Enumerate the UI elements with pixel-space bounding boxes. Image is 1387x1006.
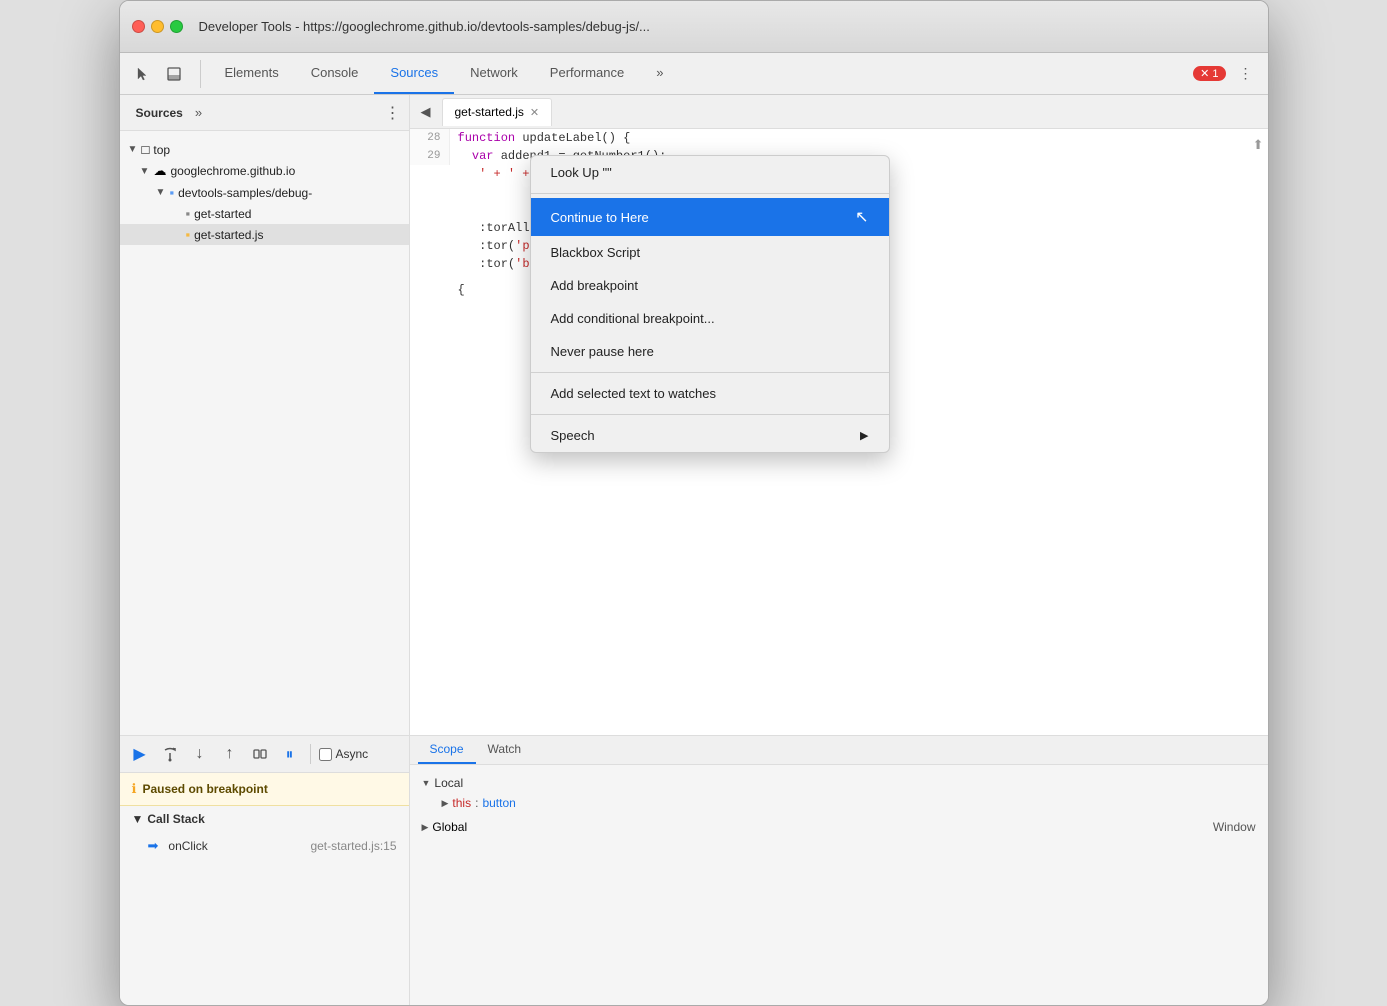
paused-notice: ℹ Paused on breakpoint <box>120 773 409 806</box>
scope-global-header[interactable]: ▶ Global Window <box>422 817 1256 837</box>
cursor-icon[interactable] <box>128 60 156 88</box>
tree-item-get-started[interactable]: ▪ get-started <box>120 203 409 224</box>
code-tab-get-started-js[interactable]: get-started.js ✕ <box>442 98 553 126</box>
code-area: ◀ get-started.js ✕ 28 function updateLab… <box>410 95 1268 735</box>
scope-tab-scope[interactable]: Scope <box>418 736 476 764</box>
ctx-add-breakpoint[interactable]: Add breakpoint <box>531 269 889 302</box>
call-stack-arrow-icon: ➡ <box>148 838 159 854</box>
sidebar-menu-button[interactable]: ⋮ <box>385 103 401 123</box>
step-into-button[interactable]: ↓ <box>188 742 212 766</box>
call-stack-item-onclick[interactable]: ➡ onClick get-started.js:15 <box>120 832 409 860</box>
scope-global-section: ▶ Global Window <box>422 817 1256 837</box>
tree-toggle-icon: ▼ <box>156 187 166 198</box>
ctx-speech[interactable]: Speech ▶ <box>531 419 889 452</box>
scope-local-section: ▼ Local ▶ this : button <box>422 773 1256 813</box>
submenu-arrow-icon: ▶ <box>860 429 868 442</box>
bottom-left-panel: ▶ ↓ ↑ ⏸ <box>120 736 410 1005</box>
scope-this-item[interactable]: ▶ this : button <box>422 793 1256 813</box>
step-button[interactable] <box>248 742 272 766</box>
context-menu: Look Up "" Continue to Here ↖ Blackbox S… <box>530 155 890 453</box>
ctx-never-pause-here[interactable]: Never pause here <box>531 335 889 368</box>
resume-button[interactable]: ▶ <box>128 742 152 766</box>
tree-toggle-icon <box>172 229 182 240</box>
scope-this-toggle-icon: ▶ <box>442 798 449 809</box>
more-menu-button[interactable]: ⋮ <box>1232 60 1260 88</box>
sidebar-sources-tab[interactable]: Sources <box>128 102 191 124</box>
scope-tabs: Scope Watch <box>410 736 1268 765</box>
close-button[interactable] <box>132 20 145 33</box>
window-title: Developer Tools - https://googlechrome.g… <box>199 19 650 34</box>
tree-toggle-icon <box>172 208 182 219</box>
debug-separator <box>310 744 311 764</box>
tab-network[interactable]: Network <box>454 53 534 94</box>
async-check-input[interactable] <box>319 748 332 761</box>
call-stack-toggle-icon: ▼ <box>132 812 144 826</box>
ctx-add-conditional-breakpoint[interactable]: Add conditional breakpoint... <box>531 302 889 335</box>
folder-blue-icon: ▪ <box>170 185 175 200</box>
debug-toolbar: ▶ ↓ ↑ ⏸ <box>120 736 409 773</box>
tree-item-folder[interactable]: ▼ ▪ devtools-samples/debug- <box>120 182 409 203</box>
ctx-separator-3 <box>531 414 889 415</box>
tree-toggle-icon: ▼ <box>128 144 138 155</box>
minimize-button[interactable] <box>151 20 164 33</box>
tree-toggle-icon: ▼ <box>140 166 150 177</box>
tree-item-get-started-js[interactable]: ▪ get-started.js <box>120 224 409 245</box>
main-content: Sources » ⋮ ▼ □ top ▼ ☁ googlechrome.git… <box>120 95 1268 735</box>
file-tree: ▼ □ top ▼ ☁ googlechrome.github.io ▼ ▪ d… <box>120 131 409 735</box>
file-icon: ▪ <box>186 206 191 221</box>
tab-performance[interactable]: Performance <box>534 53 640 94</box>
ctx-continue-here[interactable]: Continue to Here ↖ <box>531 198 889 236</box>
traffic-lights <box>132 20 183 33</box>
titlebar: Developer Tools - https://googlechrome.g… <box>120 1 1268 53</box>
code-tab-nav-left[interactable]: ◀ <box>414 100 438 124</box>
scroll-up-button[interactable]: ⬆ <box>1253 137 1264 153</box>
file-sidebar: Sources » ⋮ ▼ □ top ▼ ☁ googlechrome.git… <box>120 95 410 735</box>
scope-content: ▼ Local ▶ this : button ▶ Gl <box>410 765 1268 849</box>
devtools-window: Developer Tools - https://googlechrome.g… <box>119 0 1269 1006</box>
ctx-separator-1 <box>531 193 889 194</box>
scope-local-toggle-icon: ▼ <box>422 778 431 788</box>
tab-more[interactable]: » <box>640 53 679 94</box>
ctx-blackbox-script[interactable]: Blackbox Script <box>531 236 889 269</box>
tab-console[interactable]: Console <box>295 53 375 94</box>
step-out-button[interactable]: ↑ <box>218 742 242 766</box>
call-stack-header[interactable]: ▼ Call Stack <box>120 806 409 832</box>
folder-icon: □ <box>142 142 150 157</box>
cloud-icon: ☁ <box>154 163 167 179</box>
async-checkbox[interactable]: Async <box>319 747 369 761</box>
dock-icon[interactable] <box>160 60 188 88</box>
info-icon: ℹ <box>132 781 137 797</box>
tree-item-top[interactable]: ▼ □ top <box>120 139 409 160</box>
tab-elements[interactable]: Elements <box>209 53 295 94</box>
code-tabs: ◀ get-started.js ✕ <box>410 95 1268 129</box>
toolbar-tabs: Elements Console Sources Network Perform… <box>209 53 1194 94</box>
main-toolbar: Elements Console Sources Network Perform… <box>120 53 1268 95</box>
pause-button[interactable]: ⏸ <box>278 742 302 766</box>
error-badge[interactable]: ✕ 1 <box>1193 66 1225 81</box>
tab-sources[interactable]: Sources <box>374 53 454 94</box>
ctx-separator-2 <box>531 372 889 373</box>
cursor-indicator: ↖ <box>855 207 868 227</box>
toolbar-right: ✕ 1 ⋮ <box>1193 60 1259 88</box>
bottom-bar: ▶ ↓ ↑ ⏸ <box>120 735 1268 1005</box>
tab-close-button[interactable]: ✕ <box>530 106 539 119</box>
sidebar-more-button[interactable]: » <box>191 103 206 122</box>
code-line-28: 28 function updateLabel() { <box>410 129 1268 147</box>
ctx-add-to-watches[interactable]: Add selected text to watches <box>531 377 889 410</box>
bottom-right-panel: Scope Watch ▼ Local ▶ this : <box>410 736 1268 1005</box>
toolbar-icons <box>128 60 201 88</box>
ctx-look-up[interactable]: Look Up "" <box>531 156 889 189</box>
scope-tab-watch[interactable]: Watch <box>476 736 534 764</box>
sidebar-header: Sources » ⋮ <box>120 95 409 131</box>
maximize-button[interactable] <box>170 20 183 33</box>
scope-global-toggle-icon: ▶ <box>422 822 429 833</box>
js-file-icon: ▪ <box>186 227 191 242</box>
tree-item-domain[interactable]: ▼ ☁ googlechrome.github.io <box>120 160 409 182</box>
scope-local-header[interactable]: ▼ Local <box>422 773 1256 793</box>
step-over-button[interactable] <box>158 742 182 766</box>
